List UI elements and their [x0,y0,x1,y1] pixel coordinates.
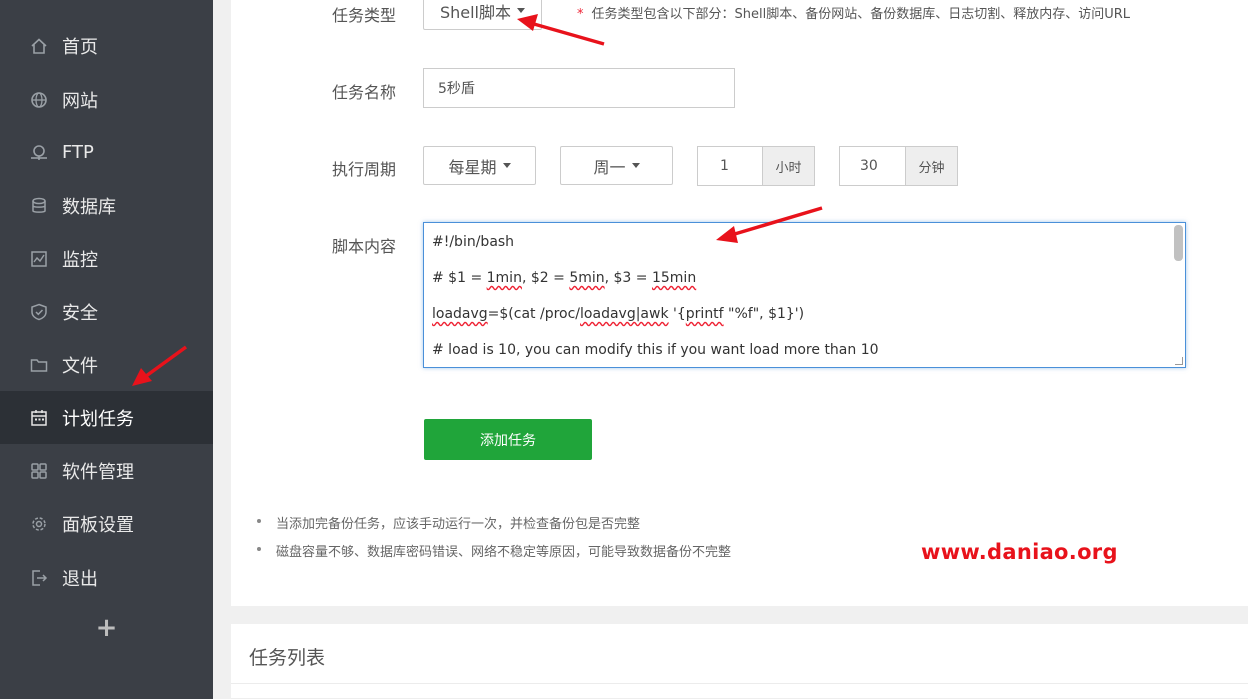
task-name-input[interactable]: 5秒盾 [423,68,735,108]
folder-icon [29,355,49,375]
logout-icon [29,568,49,588]
task-name-label: 任务名称 [332,83,397,102]
gear-icon [29,514,49,534]
database-icon [29,196,49,216]
cycle-weekday-select[interactable]: 周一 [560,146,673,185]
chevron-down-icon [631,163,640,168]
task-type-select[interactable]: Shell脚本 [423,0,542,30]
sidebar-item-monitor[interactable]: 监控 [0,232,213,285]
ftp-icon [29,143,49,163]
sidebar-item-label: 安全 [62,302,98,324]
sidebar-item-label: 监控 [62,249,98,271]
sidebar-item-label: 文件 [62,355,98,377]
tip-bullet [257,519,261,523]
divider [231,683,1248,684]
sidebar-item-website[interactable]: 网站 [0,73,213,126]
task-type-hint: * 任务类型包含以下部分：Shell脚本、备份网站、备份数据库、日志切割、释放内存… [577,3,1130,22]
sidebar-item-label: 退出 [62,568,98,590]
sidebar-item-logout[interactable]: 退出 [0,551,213,604]
sidebar-item-label: 网站 [62,90,98,112]
textarea-scrollbar[interactable] [1174,225,1183,261]
sidebar-item-settings[interactable]: 面板设置 [0,497,213,550]
hour-unit-addon: 小时 [762,146,815,186]
chevron-down-icon [517,8,526,13]
sidebar-item-label: 软件管理 [62,461,134,483]
textarea-resize-handle[interactable] [1175,357,1183,365]
task-list-title: 任务列表 [249,647,326,669]
sidebar-item-home[interactable]: 首页 [0,19,213,72]
cycle-period-select[interactable]: 每星期 [423,146,536,185]
shield-icon [29,302,49,322]
cycle-period-value: 每星期 [448,157,497,177]
tip-text: 磁盘容量不够、数据库密码错误、网络不稳定等原因，可能导致数据备份不完整 [276,545,732,560]
cycle-label: 执行周期 [332,160,397,179]
script-label: 脚本内容 [332,237,397,256]
calendar-icon [29,408,49,428]
script-line: # $1 = 1min, $2 = 5min, $3 = 15min [432,270,697,286]
watermark-text: www.daniao.org [921,540,1118,564]
sidebar: 首页 网站 FTP 数据库 监控 安全 文件 计划任务 软件管理 面板设置 退出… [0,0,213,699]
sidebar-item-label: 数据库 [62,196,116,218]
monitor-icon [29,249,49,269]
script-textarea[interactable]: #!/bin/bash # $1 = 1min, $2 = 5min, $3 =… [423,222,1186,368]
tip-text: 当添加完备份任务，应该手动运行一次，并检查备份包是否完整 [276,517,641,532]
sidebar-item-label: 首页 [62,36,98,58]
add-task-button[interactable]: 添加任务 [424,419,592,460]
sidebar-add-button[interactable]: + [0,603,213,653]
cycle-weekday-value: 周一 [593,157,626,177]
apps-icon [29,461,49,481]
globe-icon [29,90,49,110]
sidebar-item-database[interactable]: 数据库 [0,179,213,232]
sidebar-item-ftp[interactable]: FTP [0,126,213,179]
tip-bullet [257,547,261,551]
task-type-hint-text: 任务类型包含以下部分：Shell脚本、备份网站、备份数据库、日志切割、释放内存、… [591,7,1131,22]
sidebar-item-label: 面板设置 [62,514,134,536]
script-line: #!/bin/bash [432,234,515,250]
task-type-value: Shell脚本 [439,2,512,22]
cycle-hour-input[interactable]: 1 [697,146,763,186]
sidebar-item-cron[interactable]: 计划任务 [0,391,213,444]
task-list-panel: 任务列表 [231,624,1248,699]
script-line: # load is 10, you can modify this if you… [432,342,879,358]
sidebar-item-label: 计划任务 [62,408,134,430]
cycle-minute-input[interactable]: 30 [839,146,906,186]
chevron-down-icon [502,163,511,168]
script-line: loadavg=$(cat /proc/loadavg|awk '{printf… [432,306,805,322]
sidebar-item-files[interactable]: 文件 [0,338,213,391]
minute-unit-addon: 分钟 [905,146,958,186]
sidebar-item-security[interactable]: 安全 [0,285,213,338]
task-type-label: 任务类型 [332,6,397,25]
sidebar-item-label: FTP [62,142,94,163]
sidebar-item-software[interactable]: 软件管理 [0,444,213,497]
required-star: * [577,7,584,22]
home-icon [29,36,49,56]
